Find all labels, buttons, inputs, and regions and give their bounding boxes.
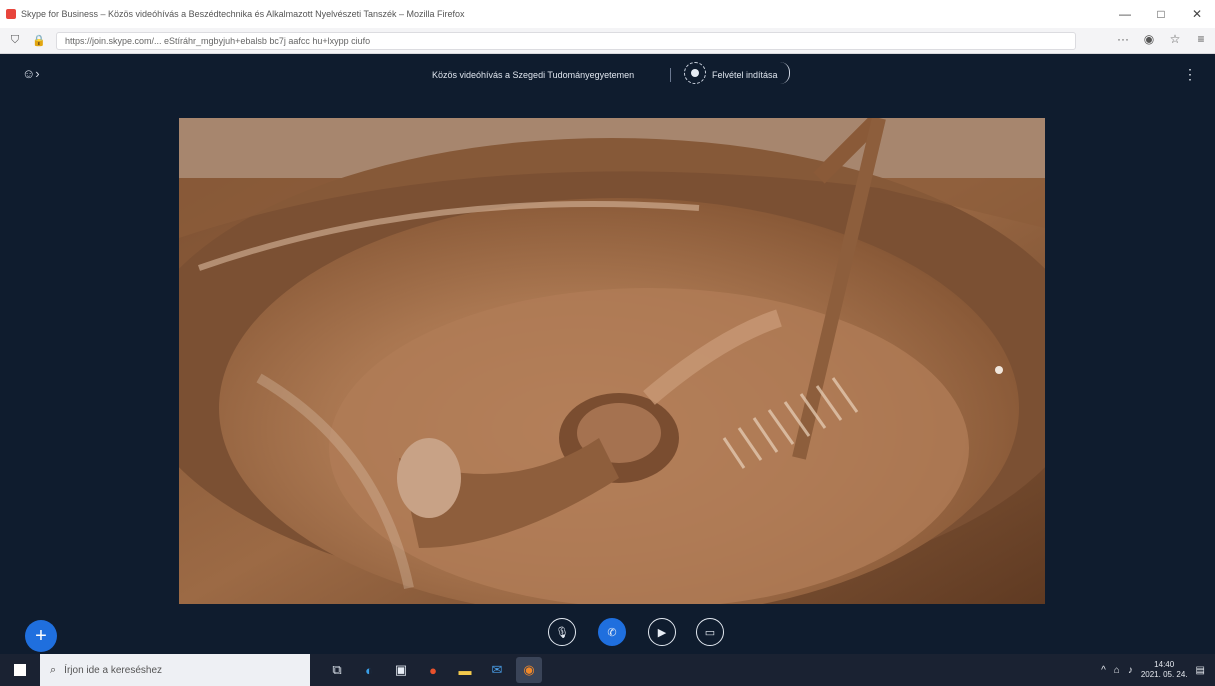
call-title: Közös videóhívás a Szegedi Tudományegyet… xyxy=(432,70,635,80)
maximize-icon[interactable]: □ xyxy=(1143,0,1179,28)
add-participant-button[interactable]: + xyxy=(25,620,57,652)
record-bracket xyxy=(780,62,790,84)
taskbar-apps: ⧉ ◐ ▣ ● ▬ ✉ ◉ xyxy=(324,657,542,683)
taskbar: ⌕ Írjon ide a kereséshez ⧉ ◐ ▣ ● ▬ ✉ ◉ ^… xyxy=(0,654,1215,686)
system-tray: ^ ⌂ ♪ 14:40 2021. 05. 24. ▤ xyxy=(1101,654,1205,686)
url-bar[interactable]: https://join.skype.com/... eStíráhr_mgby… xyxy=(56,31,1076,50)
phone-icon: ✆ xyxy=(607,626,617,639)
microphone-off-icon: 🎙 xyxy=(555,626,569,639)
firefox-icon[interactable]: ◉ xyxy=(516,657,542,683)
close-icon[interactable]: ✕ xyxy=(1179,0,1215,28)
explorer-icon[interactable]: ▬ xyxy=(452,657,478,683)
lock-icon[interactable]: 🔒 xyxy=(30,32,48,50)
minimize-icon[interactable]: — xyxy=(1107,0,1143,28)
window-title: Skype for Business – Közös videóhívás a … xyxy=(21,9,465,19)
record-button[interactable]: Felvétel indítása xyxy=(712,70,778,80)
menu-icon[interactable]: ≡ xyxy=(1193,32,1209,46)
browser-titlebar: Skype for Business – Közös videóhívás a … xyxy=(0,0,1215,28)
search-placeholder: Írjon ide a kereséshez xyxy=(64,664,163,676)
more-icon[interactable]: ··· xyxy=(1115,32,1131,46)
video-feed xyxy=(179,118,1045,604)
window-controls: — □ ✕ xyxy=(1107,0,1215,28)
star-icon[interactable]: ☆ xyxy=(1167,32,1183,46)
chat-button[interactable]: ▭ xyxy=(696,618,724,646)
mail-icon[interactable]: ✉ xyxy=(484,657,510,683)
hangup-button[interactable]: ✆ xyxy=(598,618,626,646)
clock-time: 14:40 xyxy=(1154,660,1175,669)
app-favicon-icon xyxy=(6,9,16,19)
header-divider xyxy=(670,68,671,82)
clock[interactable]: 14:40 2021. 05. 24. xyxy=(1141,660,1188,680)
url-text: https://join.skype.com/... eStíráhr_mgby… xyxy=(65,35,371,46)
clock-date: 2021. 05. 24. xyxy=(1140,670,1188,679)
call-window: ☺› Közös videóhívás a Szegedi Tudományeg… xyxy=(0,54,1215,654)
network-icon[interactable]: ⌂ xyxy=(1114,665,1120,676)
office-icon[interactable]: ● xyxy=(420,657,446,683)
shield-icon[interactable]: ⛉ xyxy=(6,32,24,50)
search-icon: ⌕ xyxy=(50,663,57,676)
pocket-icon[interactable]: ◉ xyxy=(1141,32,1157,46)
contacts-icon[interactable]: ☺› xyxy=(22,66,40,81)
call-header: ☺› Közös videóhívás a Szegedi Tudományeg… xyxy=(0,62,1215,88)
chocolate-bowl-image xyxy=(179,118,1045,604)
chat-icon: ▭ xyxy=(704,626,716,639)
more-options-icon[interactable]: ⋮ xyxy=(1183,66,1197,83)
mute-button[interactable]: 🎙 xyxy=(548,618,576,646)
browser-navbar: ⛉ 🔒 https://join.skype.com/... eStíráhr_… xyxy=(0,28,1215,54)
task-view-icon[interactable]: ⧉ xyxy=(324,657,350,683)
record-icon[interactable] xyxy=(684,62,706,84)
volume-icon[interactable]: ♪ xyxy=(1128,665,1133,676)
edge-icon[interactable]: ◐ xyxy=(356,657,382,683)
browser-toolbar-right: ··· ◉ ☆ ≡ xyxy=(1115,32,1209,46)
camera-icon: ▶ xyxy=(657,626,667,639)
video-button[interactable]: ▶ xyxy=(648,618,676,646)
taskbar-search[interactable]: ⌕ Írjon ide a kereséshez xyxy=(40,654,310,686)
start-button[interactable] xyxy=(0,654,40,686)
store-icon[interactable]: ▣ xyxy=(388,657,414,683)
notifications-icon[interactable]: ▤ xyxy=(1196,665,1205,676)
tray-chevron-icon[interactable]: ^ xyxy=(1101,665,1106,676)
